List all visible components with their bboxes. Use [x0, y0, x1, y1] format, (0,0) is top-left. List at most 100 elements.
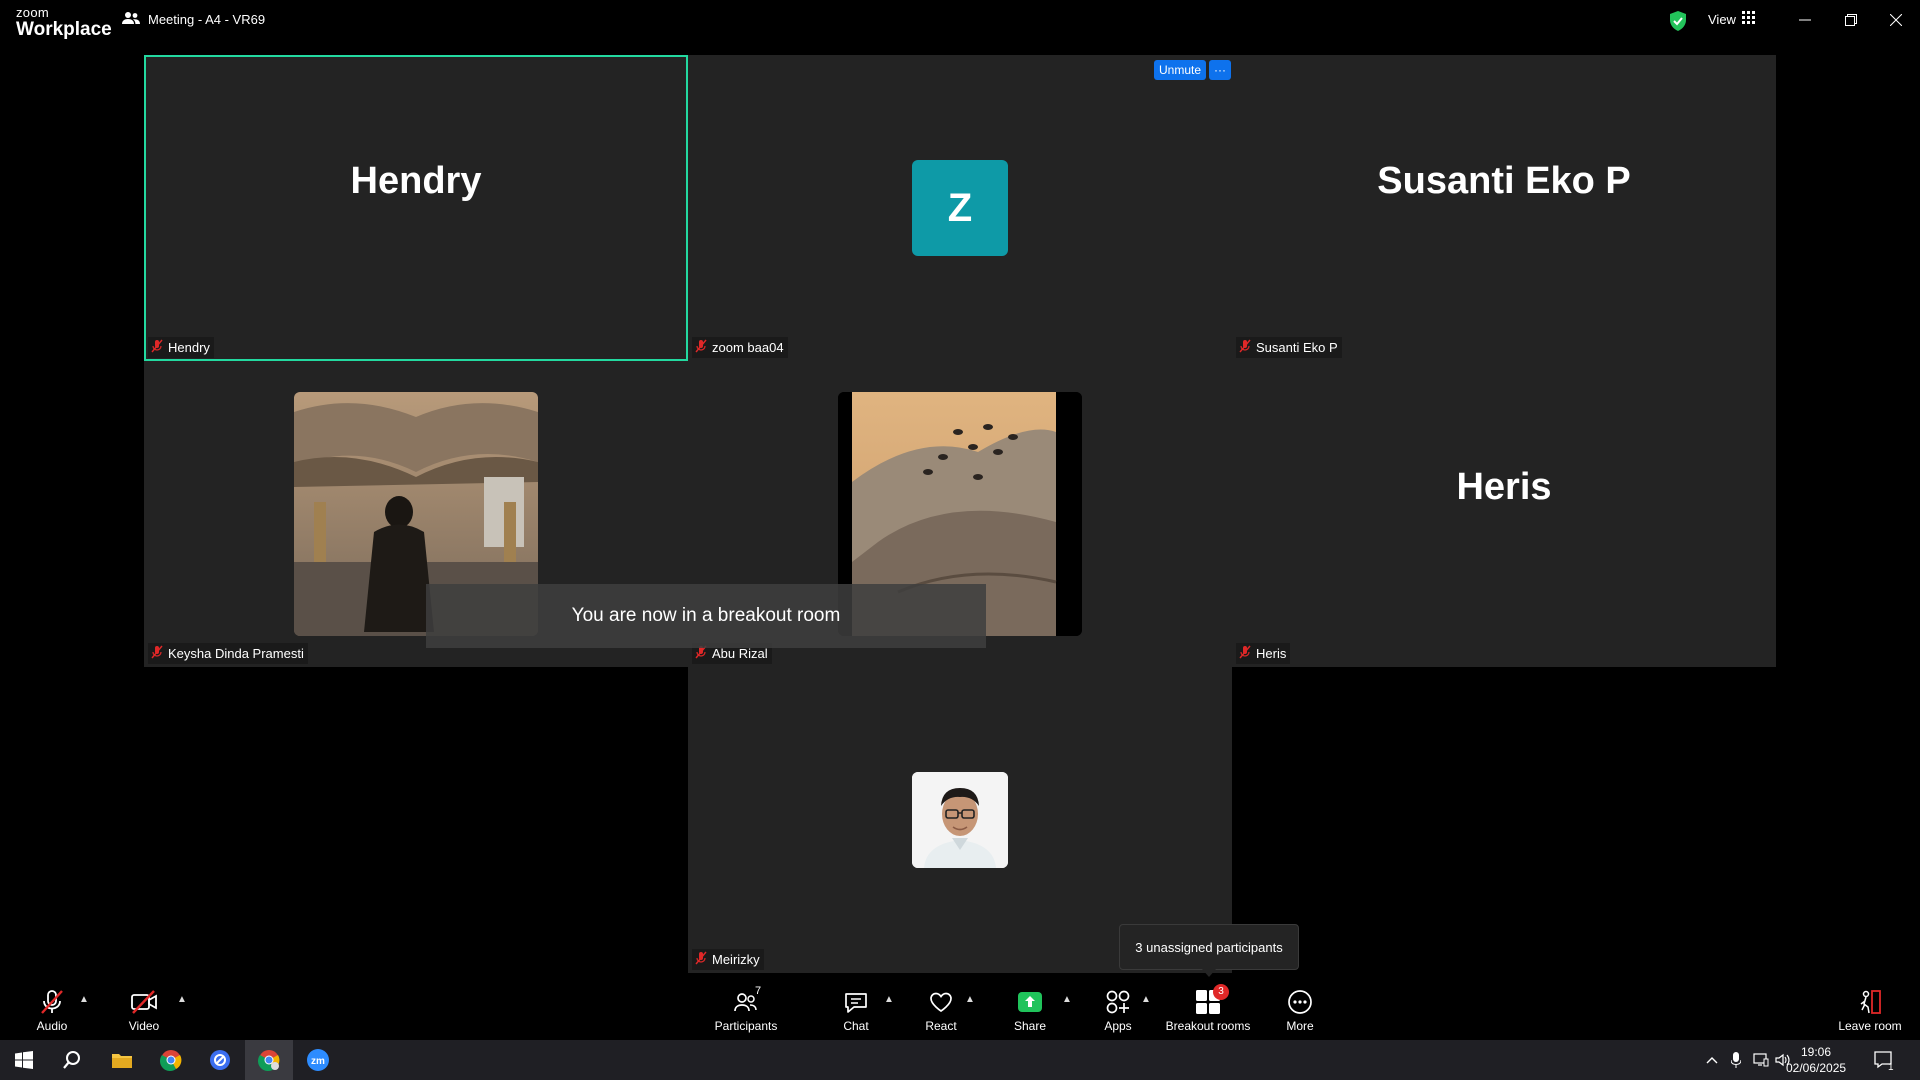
unassigned-participants-tooltip: 3 unassigned participants — [1119, 924, 1299, 977]
muted-microphone-icon — [39, 988, 65, 1016]
logo-line1: zoom — [16, 5, 49, 20]
chat-icon — [843, 988, 869, 1016]
audio-button[interactable]: Audio — [30, 980, 74, 1040]
browser-icon[interactable] — [196, 1040, 244, 1080]
participants-count: 7 — [755, 984, 762, 997]
meeting-title: Meeting - A4 - VR69 — [148, 12, 266, 27]
video-tile-zoom-baa04[interactable]: Z zoom baa04 — [688, 55, 1232, 361]
windows-taskbar: zm 19:06 02/06/2025 1 — [0, 1040, 1920, 1080]
grid-icon — [1741, 11, 1755, 27]
title-bar: zoom Workplace Meeting - A4 - VR69 View — [0, 0, 1920, 44]
network-icon[interactable] — [1750, 1040, 1772, 1080]
video-tile-susanti-eko-p[interactable]: Susanti Eko P Susanti Eko P — [1232, 55, 1776, 361]
leave-room-button[interactable]: Leave room — [1834, 980, 1906, 1040]
restore-icon[interactable] — [1837, 8, 1865, 32]
participant-label: Hendry — [168, 340, 210, 355]
windows-start-icon[interactable] — [0, 1040, 48, 1080]
zoom-workplace-logo: zoom Workplace — [16, 6, 112, 39]
participant-label: Meirizky — [712, 952, 760, 967]
participant-display-name: Heris — [1456, 466, 1552, 508]
apps-icon — [1105, 988, 1131, 1016]
notifications-icon[interactable]: 1 — [1866, 1040, 1902, 1080]
react-button[interactable]: React — [919, 980, 963, 1040]
chrome-profile-icon[interactable] — [245, 1040, 293, 1080]
share-button[interactable]: Share — [1008, 980, 1052, 1040]
clock-time: 19:06 — [1800, 1045, 1832, 1059]
leave-room-label: Leave room — [1838, 1018, 1902, 1033]
breakout-rooms-button[interactable]: 3 Breakout rooms — [1160, 980, 1256, 1040]
meeting-control-bar: Audio ▲ Video ▲ 7 Participants Chat ▲ Re… — [0, 980, 1920, 1040]
leave-room-icon — [1857, 988, 1883, 1016]
participant-label: Abu Rizal — [712, 646, 768, 661]
more-label: More — [1286, 1018, 1314, 1033]
chat-options-caret-icon[interactable]: ▲ — [884, 994, 894, 1005]
participant-label: Susanti Eko P — [1256, 340, 1338, 355]
participant-name-tag: Hendry — [148, 337, 214, 358]
participants-button[interactable]: 7 Participants — [710, 980, 782, 1040]
video-tile-hendry[interactable]: Hendry Hendry — [144, 55, 688, 361]
search-icon[interactable] — [48, 1040, 96, 1080]
react-label: React — [925, 1018, 957, 1033]
audio-options-caret-icon[interactable]: ▲ — [79, 994, 89, 1005]
unmute-button[interactable]: Unmute — [1154, 60, 1207, 80]
participants-icon: 7 — [733, 984, 762, 1016]
close-icon[interactable] — [1882, 8, 1910, 32]
muted-mic-icon — [150, 339, 164, 356]
participant-display-name: Susanti Eko P — [1377, 160, 1631, 202]
microphone-tray-icon[interactable] — [1726, 1040, 1746, 1080]
participant-name-tag: Heris — [1236, 643, 1291, 664]
more-button[interactable]: More — [1278, 980, 1322, 1040]
participants-label: Participants — [714, 1018, 778, 1033]
file-explorer-icon[interactable] — [98, 1040, 146, 1080]
muted-mic-icon — [694, 951, 708, 968]
participant-display-name: Hendry — [350, 160, 482, 202]
video-tile-heris[interactable]: Heris Heris — [1232, 361, 1776, 667]
meeting-info[interactable]: Meeting - A4 - VR69 — [122, 11, 265, 28]
chrome-icon[interactable] — [147, 1040, 195, 1080]
audio-label: Audio — [36, 1018, 68, 1033]
participant-name-tag: Meirizky — [692, 949, 764, 970]
minimize-icon[interactable] — [1791, 8, 1819, 32]
zoom-app-icon[interactable]: zm — [294, 1040, 342, 1080]
breakout-rooms-label: Breakout rooms — [1165, 1018, 1251, 1033]
breakout-rooms-icon: 3 — [1195, 983, 1229, 1016]
breakout-rooms-badge: 3 — [1213, 983, 1229, 1000]
chat-label: Chat — [843, 1018, 869, 1033]
participant-label: Keysha Dinda Pramesti — [168, 646, 304, 661]
more-icon — [1287, 988, 1313, 1016]
video-off-icon — [130, 988, 158, 1016]
apps-label: Apps — [1104, 1018, 1132, 1033]
video-options-caret-icon[interactable]: ▲ — [177, 994, 187, 1005]
heart-icon — [928, 988, 954, 1016]
letter-avatar: Z — [912, 160, 1008, 256]
chat-button[interactable]: Chat — [834, 980, 878, 1040]
security-shield-icon[interactable] — [1669, 11, 1687, 36]
unmute-controls: Unmute ··· — [1154, 60, 1232, 80]
muted-mic-icon — [694, 339, 708, 356]
breakout-room-notification: You are now in a breakout room — [426, 584, 986, 648]
taskbar-clock[interactable]: 19:06 02/06/2025 — [1786, 1044, 1846, 1076]
clock-date: 02/06/2025 — [1786, 1061, 1847, 1075]
muted-mic-icon — [150, 645, 164, 662]
muted-mic-icon — [1238, 339, 1252, 356]
muted-mic-icon — [1238, 645, 1252, 662]
share-label: Share — [1013, 1018, 1047, 1033]
participant-label: Heris — [1256, 646, 1287, 661]
participant-name-tag: zoom baa04 — [692, 337, 788, 358]
view-button[interactable]: View — [1708, 11, 1755, 27]
video-button[interactable]: Video — [122, 980, 166, 1040]
apps-options-caret-icon[interactable]: ▲ — [1141, 994, 1151, 1005]
share-options-caret-icon[interactable]: ▲ — [1062, 994, 1072, 1005]
participants-group-icon — [122, 11, 140, 28]
react-options-caret-icon[interactable]: ▲ — [965, 994, 975, 1005]
logo-line2: Workplace — [16, 19, 112, 40]
profile-photo — [912, 772, 1008, 868]
video-label: Video — [128, 1018, 160, 1033]
view-label: View — [1708, 11, 1736, 27]
show-hidden-icons-icon[interactable] — [1702, 1040, 1722, 1080]
notifications-count: 1 — [1888, 1062, 1894, 1073]
participant-label: zoom baa04 — [712, 340, 784, 355]
apps-button[interactable]: Apps — [1096, 980, 1140, 1040]
participant-name-tag: Susanti Eko P — [1236, 337, 1342, 358]
more-options-button[interactable]: ··· — [1209, 60, 1232, 80]
